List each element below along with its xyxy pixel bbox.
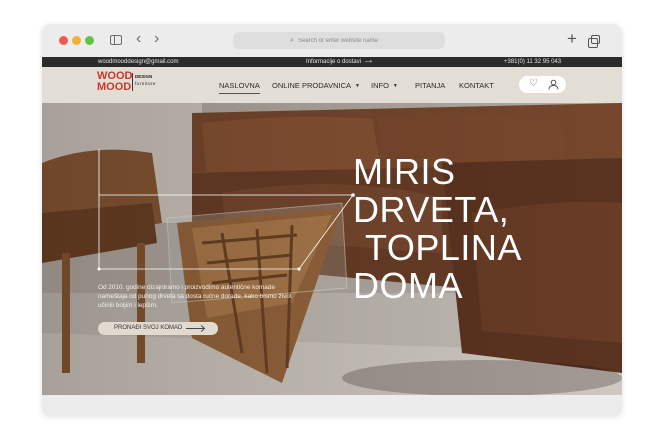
contact-topbar: woodmooddesign@gmail.com Informacije o d…	[42, 57, 622, 67]
nav-item-label: ONLINE PRODAVNICA	[272, 81, 352, 90]
arrow-right-icon: —›	[365, 59, 372, 65]
back-arrow-icon[interactable]: ‹	[136, 31, 141, 47]
search-icon: ⌕	[290, 36, 294, 44]
wood-mood-logo[interactable]: WOOD MOOD DESIGN furniture	[97, 71, 167, 99]
new-tab-plus-icon[interactable]: +	[567, 30, 577, 48]
header-actions: ♡	[519, 76, 566, 93]
find-your-piece-button[interactable]: PRONAĐI SVOJ KOMAD	[98, 322, 218, 335]
minimize-window-button[interactable]	[72, 36, 81, 45]
logo-furniture: furniture	[135, 81, 157, 86]
nav-item-info[interactable]: INFO ▼	[371, 81, 398, 90]
logo-design: DESIGN	[135, 74, 153, 79]
hero-headline: MIRIS DRVETA, TOPLINA DOMA	[353, 153, 522, 305]
nav-item-pitanja[interactable]: PITANJA	[415, 81, 445, 90]
delivery-info-label: Informacije o dostavi	[306, 59, 362, 65]
cta-label: PRONAĐI SVOJ KOMAD	[114, 325, 183, 331]
tabs-overview-icon[interactable]	[588, 35, 600, 48]
heart-icon[interactable]: ♡	[529, 78, 538, 89]
nav-item-online-prodavnica[interactable]: ONLINE PRODAVNICA ▼	[272, 81, 360, 90]
logo-divider	[132, 73, 133, 91]
headline-line: DRVETA,	[353, 189, 510, 230]
headline-line: MIRIS	[353, 151, 456, 192]
sidebar-icon[interactable]	[110, 35, 122, 45]
nav-item-kontakt[interactable]: KONTAKT	[459, 81, 494, 90]
address-input[interactable]	[297, 37, 388, 44]
decorative-frame-lines	[97, 149, 355, 271]
site-header: WOOD MOOD DESIGN furniture NASLOVNA ONLI…	[42, 67, 622, 103]
caret-down-icon: ▼	[355, 83, 360, 89]
close-window-button[interactable]	[59, 36, 68, 45]
nav-item-naslovna[interactable]: NASLOVNA	[219, 81, 260, 94]
web-page: woodmooddesign@gmail.com Informacije o d…	[42, 57, 622, 395]
arrow-right-icon	[186, 328, 204, 329]
nav-item-label: NASLOVNA	[219, 81, 260, 90]
logo-mood: MOOD	[97, 81, 132, 93]
caret-down-icon: ▼	[392, 83, 398, 89]
headline-line: DOMA	[353, 265, 463, 306]
hero-section: MIRIS DRVETA, TOPLINA DOMA Od 2010. godi…	[42, 103, 622, 395]
address-bar[interactable]: ⌕	[233, 32, 445, 49]
contact-email-link[interactable]: woodmooddesign@gmail.com	[98, 59, 178, 65]
nav-item-label: KONTAKT	[459, 81, 494, 90]
nav-item-label: INFO	[371, 81, 389, 90]
nav-item-label: PITANJA	[415, 81, 446, 90]
contact-phone-link[interactable]: +381(0) 11 32 95 043	[504, 59, 561, 65]
forward-arrow-icon[interactable]: ›	[154, 31, 159, 47]
browser-window: ‹ › ⌕ + woodmooddesign@gmail.com Informa…	[42, 24, 622, 416]
user-icon[interactable]	[548, 79, 559, 90]
delivery-info-link[interactable]: Informacije o dostavi —›	[306, 59, 372, 65]
hero-intro-text: Od 2010. godine dizajniramo i proizvodim…	[98, 284, 292, 309]
maximize-window-button[interactable]	[85, 36, 94, 45]
browser-toolbar: ‹ › ⌕ +	[42, 24, 622, 57]
headline-line: TOPLINA	[365, 227, 522, 268]
